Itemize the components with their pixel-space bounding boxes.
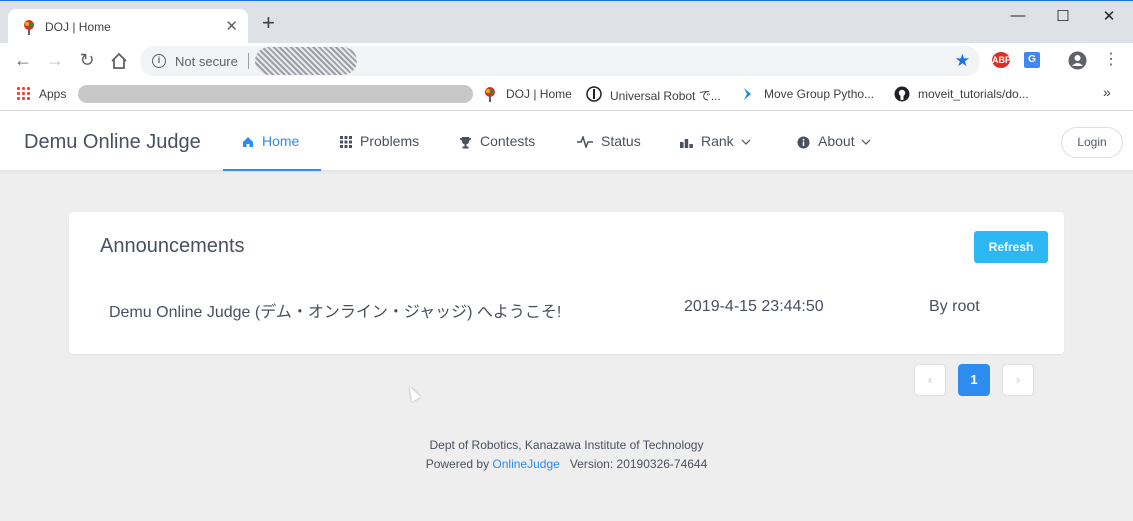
maximize-icon[interactable]: ☐ (1040, 7, 1086, 25)
nav-about[interactable]: About (797, 111, 871, 171)
pagination-prev-button[interactable]: ‹ (914, 364, 946, 396)
site-logo[interactable]: Demu Online Judge (24, 131, 201, 154)
tab-strip: DOJ | Home ✕ + — ☐ ✕ (0, 0, 1133, 44)
redacted-bookmarks (78, 85, 473, 103)
nav-contests-label: Contests (480, 133, 536, 149)
nav-home-label: Home (262, 133, 300, 149)
tab-title: DOJ | Home (45, 20, 111, 34)
nav-rank[interactable]: Rank (680, 111, 751, 171)
new-tab-button[interactable]: + (262, 12, 275, 34)
move-group-icon (744, 88, 751, 100)
app-navbar: Demu Online Judge Home Problems Contests… (0, 111, 1133, 171)
bookmark-universal-robot[interactable]: Universal Robot で... (610, 87, 721, 104)
bookmarks-bar: Apps DOJ | Home Universal Robot で... Mov… (0, 79, 1133, 111)
trophy-icon (460, 136, 471, 149)
more-bookmarks-icon[interactable]: » (1103, 84, 1111, 100)
info-icon (797, 136, 810, 149)
address-bar[interactable]: i Not secure ★ (140, 46, 980, 76)
doj-favicon-icon (485, 87, 495, 102)
footer-powered-label: Powered by (425, 457, 490, 471)
browser-toolbar: ← → ↻ i Not secure ★ ABP G ⋮ (0, 43, 1133, 79)
nav-problems[interactable]: Problems (340, 111, 419, 171)
back-icon[interactable]: ← (12, 50, 34, 70)
bookmark-moveit-tutorials[interactable]: moveit_tutorials/do... (918, 87, 1029, 101)
nav-about-label: About (818, 133, 855, 149)
chevron-down-icon (862, 139, 871, 145)
github-icon (894, 86, 910, 102)
browser-chrome: DOJ | Home ✕ + — ☐ ✕ ← → ↻ i Not secure … (0, 0, 1133, 111)
close-window-icon[interactable]: ✕ (1086, 7, 1132, 25)
bookmark-move-group[interactable]: Move Group Pytho... (764, 87, 874, 101)
nav-status-label: Status (601, 133, 641, 149)
bar-chart-icon (680, 139, 693, 149)
nav-problems-label: Problems (360, 133, 420, 149)
adblock-extension-icon[interactable]: ABP (992, 52, 1011, 68)
footer-version: Version: 20190326-74644 (569, 457, 708, 471)
login-button[interactable]: Login (1061, 127, 1123, 158)
footer-powered-by: Powered by OnlineJudge Version: 20190326… (0, 457, 1133, 471)
browser-menu-icon[interactable]: ⋮ (1100, 50, 1122, 70)
refresh-button[interactable]: Refresh (974, 231, 1048, 263)
forward-icon[interactable]: → (44, 50, 66, 70)
omnibox-divider (248, 53, 249, 69)
translate-extension-icon[interactable]: G (1024, 52, 1040, 68)
nav-rank-label: Rank (701, 133, 734, 149)
reload-icon[interactable]: ↻ (76, 50, 98, 70)
announcement-title-link[interactable]: Demu Online Judge (デム・オンライン・ジャッジ) へようこそ! (109, 298, 561, 322)
security-label: Not secure (175, 54, 238, 69)
nav-home[interactable]: Home (223, 111, 321, 171)
doj-favicon-icon (24, 20, 34, 35)
minimize-icon[interactable]: — (995, 7, 1041, 24)
onlinejudge-link[interactable]: OnlineJudge (492, 457, 559, 471)
home-icon[interactable] (108, 52, 130, 70)
profile-icon[interactable] (1068, 51, 1087, 70)
pulse-icon (577, 136, 593, 149)
home-icon (243, 137, 253, 148)
mouse-cursor (405, 384, 421, 402)
bookmark-doj-home[interactable]: DOJ | Home (506, 87, 572, 101)
site-info-icon[interactable]: i (152, 54, 166, 68)
pagination-page-1[interactable]: 1 (958, 364, 990, 396)
grid-icon (340, 136, 352, 149)
bookmark-star-icon[interactable]: ★ (955, 51, 970, 71)
announcement-author: By root (929, 298, 980, 315)
browser-tab[interactable]: DOJ | Home ✕ (8, 9, 248, 44)
announcements-title: Announcements (100, 235, 245, 257)
announcements-card: Announcements Refresh Demu Online Judge … (69, 212, 1064, 354)
bookmark-apps[interactable]: Apps (39, 87, 66, 101)
pagination-next-button[interactable]: › (1002, 364, 1034, 396)
chevron-down-icon (741, 139, 751, 145)
apps-grid-icon[interactable] (16, 86, 30, 100)
announcement-date: 2019-4-15 23:44:50 (684, 298, 824, 315)
nav-status[interactable]: Status (577, 111, 641, 171)
universal-robot-icon (586, 86, 602, 102)
redacted-url (255, 47, 357, 75)
nav-contests[interactable]: Contests (459, 111, 535, 171)
footer-affiliation: Dept of Robotics, Kanazawa Institute of … (429, 438, 704, 452)
close-tab-icon[interactable]: ✕ (225, 17, 238, 35)
